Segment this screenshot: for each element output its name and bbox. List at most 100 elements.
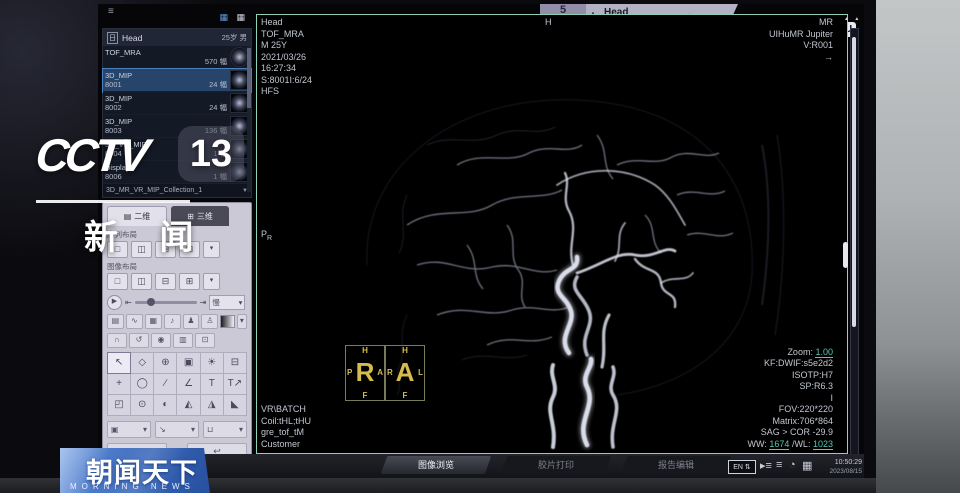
image-layout-more[interactable]: ▾: [203, 273, 220, 290]
tool-histogram[interactable]: ▤: [107, 314, 124, 329]
series-count: 24 幅: [209, 103, 230, 112]
tool-ellipse-roi[interactable]: ◯: [131, 374, 153, 394]
language-switch[interactable]: EN⇅: [728, 460, 756, 474]
date-text: 2023/08/15: [810, 467, 862, 476]
cctv-underline: [36, 200, 190, 203]
image-layout-2x2[interactable]: ⊞: [179, 273, 200, 290]
window-preset-gradient[interactable]: [220, 315, 234, 328]
list-view-icon[interactable]: ▦: [236, 12, 248, 22]
tool-annotation[interactable]: ♪: [164, 314, 181, 329]
dicom-overlay-bottomright: Zoom: 1.00 KF:DWIF:s5e2d2 ISOTP:H7 SP:R6…: [748, 347, 833, 451]
patient-header-name: Head: [122, 33, 142, 43]
scroll-markers: ▲ ▲: [844, 16, 864, 22]
scrollbar-handle[interactable]: [843, 242, 848, 268]
tool-cursor[interactable]: ↖: [108, 353, 130, 373]
dicom-overlay-bottomleft: VR\BATCHCoil:tHL;tHU gre_tof_tMCustomer: [261, 404, 311, 450]
patient-header-row[interactable]: 日 Head 25岁 男: [103, 29, 251, 46]
preset-more[interactable]: ▾: [237, 314, 247, 329]
save-combo-button[interactable]: ▣▾: [107, 421, 151, 438]
send-combo-button[interactable]: ⊔▾: [203, 421, 247, 438]
series-count: 24 幅: [209, 80, 230, 89]
tool-copy[interactable]: ⊡: [195, 333, 215, 348]
series-item[interactable]: 3D_MIP 8002 24 幅: [103, 92, 251, 115]
tool-text[interactable]: T: [201, 374, 223, 394]
tool-magnifier[interactable]: ⊙: [131, 395, 153, 415]
chevron-down-icon: ▾: [143, 425, 147, 434]
tool-body-marker2[interactable]: ♙: [201, 314, 218, 329]
program-title-en: MORNING NEWS: [70, 482, 195, 491]
image-layout-1x2[interactable]: ◫: [131, 273, 152, 290]
cine-first-icon[interactable]: ⇤: [125, 298, 132, 307]
tool-rotate[interactable]: ◣: [224, 395, 246, 415]
series-name: TOF_MRA: [105, 48, 230, 57]
tool-grid: ↖ ◇ ⊕ ▣ ☀ ⊟ + ◯ ∕ ∠ T T↗ ◰ ⊙ ◐ ◭ ◮: [107, 352, 247, 416]
program-banner: 朝闻天下 MORNING NEWS: [60, 448, 210, 493]
tool-body-marker[interactable]: ♟: [183, 314, 200, 329]
tool-text-arrow[interactable]: T↗: [224, 374, 246, 394]
image-viewport[interactable]: HeadTOF_MRA M 25Y2021/03/26 16:27:34S:80…: [256, 14, 848, 454]
cine-play-button[interactable]: ▶: [107, 295, 122, 310]
tool-zoom-box[interactable]: ◰: [108, 395, 130, 415]
chevron-down-icon: ▾: [239, 425, 243, 434]
tab-image-browse[interactable]: 图像浏览: [381, 456, 492, 474]
patient-age-sex: 25岁 男: [222, 32, 247, 43]
series-id: 8002: [105, 103, 122, 112]
cctv-logo: CCTV 13 新 闻: [36, 126, 254, 266]
time-text: 10:50:29: [810, 458, 862, 467]
tool-crop[interactable]: ▣: [177, 353, 199, 373]
clock-icon[interactable]: ◔: [789, 459, 796, 471]
thumbnail-view-icon[interactable]: ▦: [219, 12, 231, 22]
dicom-overlay-topright: MRUIHuMR Jupiter V:R001→: [769, 17, 833, 63]
tool-invert-contrast[interactable]: ◐: [154, 395, 176, 415]
tool-flip-horizontal[interactable]: ◭: [177, 395, 199, 415]
image-layout-2x1[interactable]: ⊟: [155, 273, 176, 290]
tool-crop-delete[interactable]: ⊟: [224, 353, 246, 373]
series-name: 3D_MIP: [105, 94, 230, 103]
series-item[interactable]: TOF_MRA 570 幅: [103, 46, 251, 69]
series-name: 3D_MIP: [105, 71, 230, 80]
task-list-icon[interactable]: ≡: [776, 459, 782, 471]
tab-report-edit[interactable]: 报告编辑: [621, 456, 732, 474]
series-id: 8001: [105, 80, 122, 89]
tool-curve[interactable]: ∿: [126, 314, 143, 329]
updown-icon: ⇅: [745, 463, 751, 471]
dicom-overlay-topleft: HeadTOF_MRA M 25Y2021/03/26 16:27:34S:80…: [261, 17, 312, 98]
tool-magnet[interactable]: ∩: [107, 333, 127, 348]
cctv-news-label: 新 闻: [84, 210, 209, 259]
cine-slider[interactable]: [135, 301, 197, 304]
series-name: 3D_MIP: [105, 117, 230, 126]
cine-speed-select[interactable]: 慢 ▾: [209, 295, 245, 310]
tool-pan[interactable]: ◇: [131, 353, 153, 373]
orientation-cubes: H P R A F H R A L F: [345, 345, 425, 401]
chevron-down-icon: ▾: [239, 298, 243, 307]
orientation-cube-a: H R A L F: [385, 345, 425, 401]
tab-film-print[interactable]: 胶片打印: [501, 456, 612, 474]
tool-crosshair[interactable]: +: [108, 374, 130, 394]
system-clock: 10:50:29 2023/08/15: [810, 458, 862, 476]
tool-zoom[interactable]: ⊕: [154, 353, 176, 373]
scrollbar-thumb[interactable]: [852, 37, 856, 327]
tool-enhance[interactable]: ☀: [201, 353, 223, 373]
tool-flip-vertical[interactable]: ◮: [201, 395, 223, 415]
background-wall: [876, 0, 960, 493]
image-layout-1x1[interactable]: □: [107, 273, 128, 290]
orientation-top-label: H: [545, 17, 552, 29]
orientation-cube-r: H P R A F: [345, 345, 385, 401]
calendar-icon: 日: [107, 32, 118, 44]
viewport-scrollbar[interactable]: [850, 28, 859, 460]
orientation-left-label: PR: [261, 229, 272, 244]
series-item-selected[interactable]: 3D_MIP 8001 24 幅: [103, 69, 251, 92]
tool-chart[interactable]: ▦: [145, 314, 162, 329]
chevron-down-icon: ▾: [191, 425, 195, 434]
export-combo-button[interactable]: ↘▾: [155, 421, 199, 438]
cine-slider-knob[interactable]: [147, 298, 155, 306]
tool-report-chart[interactable]: ▥: [173, 333, 193, 348]
cine-last-icon[interactable]: ⇥: [200, 298, 207, 307]
tool-target[interactable]: ◉: [151, 333, 171, 348]
tool-angle-measure[interactable]: ∠: [177, 374, 199, 394]
queue-icon[interactable]: ▸≡: [760, 459, 772, 472]
cctv-channel-number: 13: [178, 126, 244, 182]
series-count: 570 幅: [205, 57, 230, 66]
tool-line-measure[interactable]: ∕: [154, 374, 176, 394]
tool-undo-loop[interactable]: ↺: [129, 333, 149, 348]
